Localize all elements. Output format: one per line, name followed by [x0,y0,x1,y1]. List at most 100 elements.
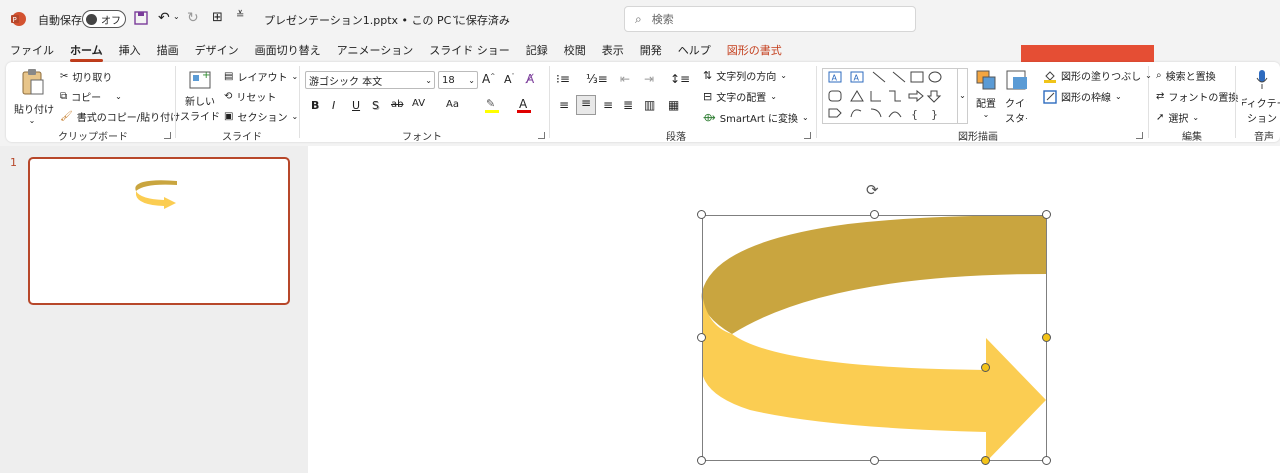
layout-button[interactable]: ▤ レイアウト ⌄ [224,69,298,84]
copy-label: コピー [71,93,102,104]
numbering-icon[interactable]: ⅓≡ [586,72,608,86]
font-launcher-icon[interactable] [538,132,545,139]
align-center-icon[interactable]: ≡ [576,95,596,115]
line-spacing-icon[interactable]: ↕≡ [670,72,690,86]
find-replace-button[interactable]: ⌕ 検索と置換 [1156,68,1216,83]
resize-handle-bottom[interactable] [870,456,879,465]
highlight-color-icon[interactable]: ✎ [484,96,500,117]
title-chevron-down-icon[interactable]: ⌄ [451,11,459,21]
tab-shape-format[interactable]: 図形の書式 [719,40,790,62]
adjust-handle-bottom[interactable] [981,456,990,465]
paragraph-launcher-icon[interactable] [804,132,811,139]
new-slide-button[interactable]: + 新しい スライド [180,68,220,123]
scissors-icon: ✂ [60,71,69,82]
rotation-handle-icon[interactable]: ⟳ [866,181,879,199]
quick-styles-button[interactable]: クイック スタイル [1005,68,1027,125]
shape-outline-button[interactable]: 図形の枠線 ⌄ [1043,89,1122,104]
customize-toolbar-icon[interactable]: ≚ [236,10,244,21]
italic-button[interactable]: I [332,99,335,112]
shape-outline-label: 図形の枠線 [1061,93,1111,104]
shape-fill-button[interactable]: 図形の塗りつぶし ⌄ [1043,68,1152,83]
new-slide-icon: + [189,70,211,89]
autosave-state: オフ [101,15,121,27]
character-spacing-button[interactable]: AV [412,98,425,109]
undo-dropdown-icon[interactable]: ⌄ [173,12,180,21]
font-color-icon[interactable]: A [516,96,532,117]
redo-icon[interactable]: ↻ [187,10,199,26]
resize-handle-top[interactable] [870,210,879,219]
tab-review[interactable]: 校閲 [556,40,594,62]
tab-record[interactable]: 記録 [518,40,556,62]
adjust-handle-arrow[interactable] [981,363,990,372]
reset-button[interactable]: ⟲ リセット [224,89,276,104]
select-button[interactable]: ➚ 選択 ⌄ [1156,110,1199,125]
justify-icon[interactable]: ≣ [623,98,633,112]
pen-outline-icon [1043,89,1057,104]
start-presentation-icon[interactable]: ⊞ [212,10,223,25]
resize-handle-bottom-right[interactable] [1042,456,1051,465]
adjust-handle-right[interactable] [1042,333,1051,342]
paste-button[interactable]: 貼り付け ⌄ [14,68,54,125]
new-slide-label-2: スライド [180,112,220,123]
document-title[interactable]: プレゼンテーション1.pptx • この PC に保存済み [264,12,510,28]
format-painter-button[interactable]: 🖌 書式のコピー/貼り付け [60,109,180,124]
shadow-button[interactable]: S [372,99,379,112]
svg-text:P: P [13,16,17,24]
svg-text:+: + [202,70,210,81]
drawing-launcher-icon[interactable] [1136,132,1143,139]
microphone-icon [1256,70,1268,89]
tab-insert[interactable]: 挿入 [111,40,149,62]
copy-button[interactable]: ⧉ コピー ⌄ [60,89,122,104]
replace-font-button[interactable]: ⇄ フォントの置換 [1156,89,1238,104]
smartart-button[interactable]: ⟴ SmartArt に変換 ⌄ [703,110,809,125]
tab-view[interactable]: 表示 [594,40,632,62]
section-button[interactable]: ▣ セクション ⌄ [224,109,298,124]
resize-handle-left[interactable] [697,333,706,342]
format-painter-icon: 🖌 [60,111,73,122]
cut-button[interactable]: ✂ 切り取り [60,69,112,84]
change-case-button[interactable]: Aa [446,99,459,110]
tab-help[interactable]: ヘルプ [670,40,719,62]
arrange-button[interactable]: 配置 ⌄ [966,68,1006,119]
decrease-indent-icon[interactable]: ⇤ [620,72,630,86]
search-box[interactable]: ⌕ 検索 [624,6,916,32]
dictate-button[interactable]: ディクテー ション [1242,68,1280,125]
resize-handle-top-left[interactable] [697,210,706,219]
slide-thumbnail[interactable] [28,157,290,305]
tab-file[interactable]: ファイル [0,40,62,62]
grow-font-icon[interactable]: A^ [482,72,495,86]
toggle-knob [86,13,97,25]
tab-transitions[interactable]: 画面切り替え [247,40,329,62]
bullets-icon[interactable]: ⁝≡ [556,72,570,86]
align-left-icon[interactable]: ≡ [559,98,569,112]
shapes-gallery[interactable]: A A { } [822,68,958,124]
columns-icon[interactable]: ▥ [644,98,655,112]
font-size-combo[interactable]: 18 ⌄ [438,71,478,89]
tab-animations[interactable]: アニメーション [329,40,422,62]
underline-button[interactable]: U [352,99,360,112]
tab-developer[interactable]: 開発 [632,40,670,62]
strikethrough-button[interactable]: ab [391,99,403,110]
shrink-font-icon[interactable]: Aˇ [504,73,515,86]
tab-design[interactable]: デザイン [187,40,247,62]
tab-draw[interactable]: 描画 [149,40,187,62]
align-text-button[interactable]: ⊟ 文字の配置 ⌄ [703,89,777,104]
select-chevron-icon: ⌄ [1192,113,1200,122]
bold-button[interactable]: B [311,99,319,112]
distributed-icon[interactable]: ▦ [668,98,679,112]
search-icon: ⌕ [635,11,642,26]
text-direction-button[interactable]: ⇅ 文字列の方向 ⌄ [703,68,787,83]
save-icon[interactable] [134,11,148,28]
undo-icon[interactable]: ↶ [158,10,170,26]
resize-handle-bottom-left[interactable] [697,456,706,465]
slide-canvas[interactable]: ⟳ [308,146,1280,473]
clipboard-launcher-icon[interactable] [164,132,171,139]
increase-indent-icon[interactable]: ⇥ [644,72,654,86]
autosave-toggle[interactable]: オフ [82,10,126,28]
align-right-icon[interactable]: ≡ [603,98,613,112]
tab-slideshow[interactable]: スライド ショー [421,40,518,62]
font-name-combo[interactable]: 游ゴシック 本文 ⌄ [305,71,435,89]
clear-formatting-icon[interactable]: A̸ [526,72,534,86]
tab-home[interactable]: ホーム [62,40,111,62]
resize-handle-top-right[interactable] [1042,210,1051,219]
